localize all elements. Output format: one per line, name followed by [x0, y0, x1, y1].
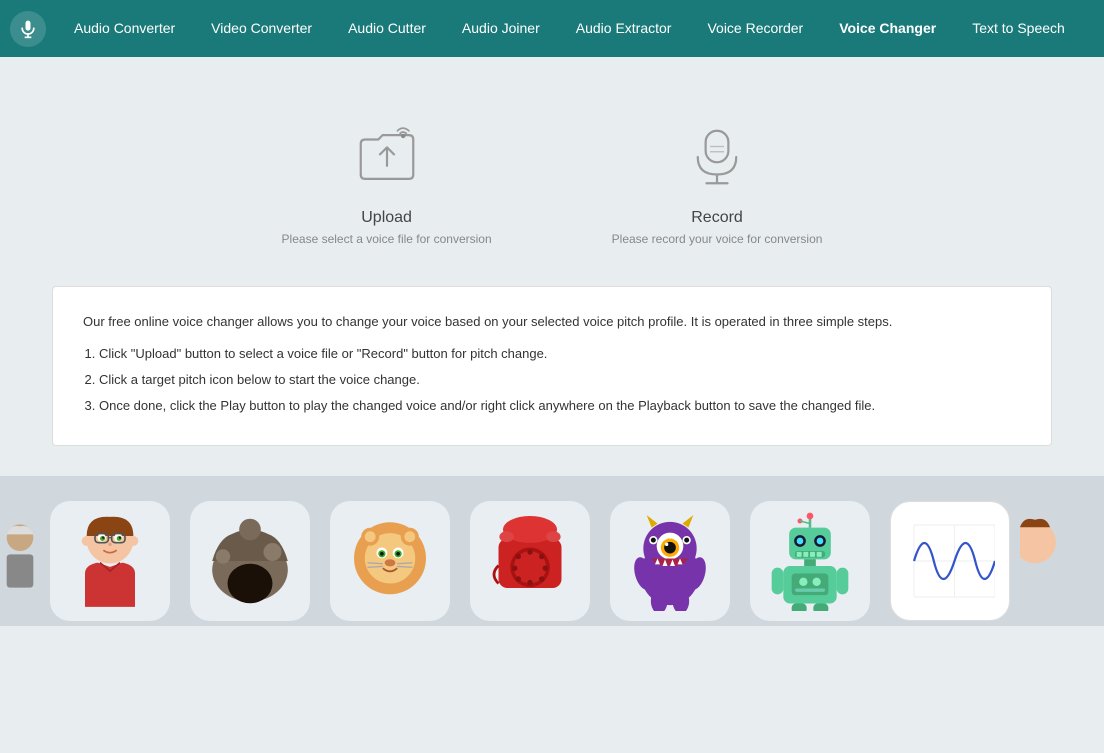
character-row: [0, 496, 1104, 626]
info-step-1: Click "Upload" button to select a voice …: [99, 343, 1021, 365]
upload-label: Upload: [361, 209, 412, 227]
info-intro: Our free online voice changer allows you…: [83, 311, 1021, 333]
upload-sublabel: Please select a voice file for conversio…: [282, 232, 492, 246]
nav-list: Audio Converter Video Converter Audio Cu…: [56, 20, 1083, 38]
navbar: Audio Converter Video Converter Audio Cu…: [0, 0, 1104, 57]
main-area: Upload Please select a voice file for co…: [0, 57, 1104, 476]
nav-voice-recorder[interactable]: Voice Recorder: [689, 20, 821, 36]
nav-audio-converter[interactable]: Audio Converter: [56, 20, 193, 36]
action-row: Upload Please select a voice file for co…: [282, 117, 823, 246]
upload-card[interactable]: Upload Please select a voice file for co…: [282, 117, 492, 246]
char-old-woman[interactable]: [0, 496, 40, 626]
nav-text-to-speech[interactable]: Text to Speech: [954, 20, 1083, 36]
upload-icon: [347, 117, 427, 197]
char-partial-right[interactable]: [1020, 496, 1080, 626]
record-icon: [677, 117, 757, 197]
info-step-3: Once done, click the Play button to play…: [99, 395, 1021, 417]
record-card[interactable]: Record Please record your voice for conv…: [612, 117, 823, 246]
nav-audio-joiner[interactable]: Audio Joiner: [444, 20, 558, 36]
char-lion[interactable]: [320, 496, 460, 626]
record-sublabel: Please record your voice for conversion: [612, 232, 823, 246]
info-box: Our free online voice changer allows you…: [52, 286, 1052, 446]
char-robot[interactable]: [740, 496, 880, 626]
char-boy[interactable]: [40, 496, 180, 626]
nav-audio-cutter[interactable]: Audio Cutter: [330, 20, 444, 36]
character-strip: [0, 476, 1104, 626]
char-cave[interactable]: [180, 496, 320, 626]
char-wave-chart[interactable]: [880, 496, 1020, 626]
info-steps: Click "Upload" button to select a voice …: [83, 343, 1021, 417]
nav-audio-extractor[interactable]: Audio Extractor: [558, 20, 690, 36]
info-step-2: Click a target pitch icon below to start…: [99, 369, 1021, 391]
nav-video-converter[interactable]: Video Converter: [193, 20, 330, 36]
nav-voice-changer[interactable]: Voice Changer: [821, 20, 954, 36]
char-monster[interactable]: [600, 496, 740, 626]
nav-logo[interactable]: [10, 11, 46, 47]
record-label: Record: [691, 209, 743, 227]
char-telephone[interactable]: [460, 496, 600, 626]
